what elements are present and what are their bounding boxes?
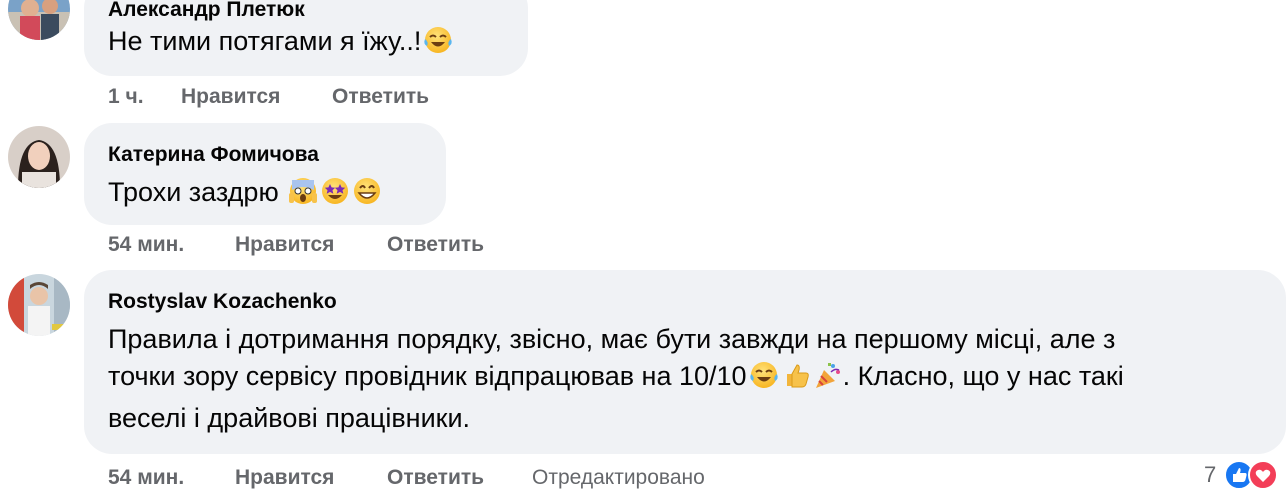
- face-screaming-in-fear-icon: [288, 176, 318, 216]
- party-popper-icon: [813, 360, 843, 400]
- comment-author[interactable]: Александр Плетюк: [108, 0, 305, 22]
- comment-text-content: Трохи заздрю: [108, 177, 279, 207]
- edited-label[interactable]: Отредактировано: [532, 466, 705, 490]
- face-with-tears-of-joy-icon: [423, 25, 453, 65]
- comment-text-line-3: веселі і драйвові працівники.: [108, 403, 471, 433]
- like-button[interactable]: Нравится: [181, 85, 280, 109]
- face-with-tears-of-joy-icon: [749, 360, 779, 400]
- comment-time[interactable]: 54 мин.: [108, 233, 184, 257]
- comment-bubble: Александр Плетюк Не тими потягами я їжу.…: [84, 0, 528, 76]
- comment-bubble: Катерина Фомичова Трохи заздрю: [84, 123, 446, 225]
- comment-text-line-1: Правила і дотримання порядку, звісно, ма…: [108, 324, 1116, 354]
- avatar[interactable]: [8, 126, 70, 188]
- like-button[interactable]: Нравится: [235, 466, 334, 490]
- reply-button[interactable]: Ответить: [387, 233, 484, 257]
- star-struck-icon: [320, 176, 350, 216]
- avatar[interactable]: [8, 274, 70, 336]
- thumbs-up-icon: [781, 360, 811, 400]
- comment-text: Трохи заздрю: [108, 174, 382, 216]
- comment-time[interactable]: 1 ч.: [108, 85, 144, 109]
- comment-author[interactable]: Катерина Фомичова: [108, 143, 319, 167]
- comment-text-line-2: точки зору сервісу провідник відпрацював…: [108, 358, 1124, 400]
- comment-bubble: Rostyslav Kozachenko Правила і дотриманн…: [84, 270, 1286, 454]
- like-button[interactable]: Нравится: [235, 233, 334, 257]
- comment-text-line-2b: . Класно, що у нас такі: [842, 361, 1124, 391]
- reaction-count: 7: [1204, 462, 1217, 487]
- comment-time[interactable]: 54 мин.: [108, 466, 184, 490]
- reply-button[interactable]: Ответить: [387, 466, 484, 490]
- comment-text-content: Не тими потягами я їжу..!: [108, 26, 422, 56]
- comment-text: Правила і дотримання порядку, звісно, ма…: [108, 321, 1124, 437]
- avatar[interactable]: [8, 0, 70, 40]
- comment-text: Не тими потягами я їжу..!: [108, 23, 453, 65]
- reply-button[interactable]: Ответить: [332, 85, 429, 109]
- comment-author[interactable]: Rostyslav Kozachenko: [108, 290, 337, 314]
- grinning-face-icon: [352, 176, 382, 216]
- comment-text-line-2a: точки зору сервісу провідник відпрацював…: [108, 361, 747, 391]
